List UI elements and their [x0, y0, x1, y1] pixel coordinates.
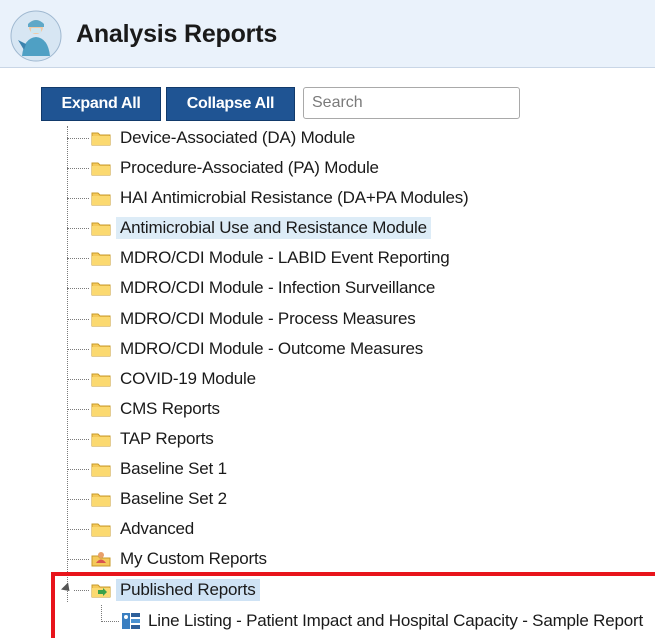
folder-icon: [91, 162, 111, 176]
tree-node-label: COVID-19 Module: [120, 369, 256, 388]
tree-node-label: MDRO/CDI Module - Outcome Measures: [120, 339, 424, 358]
folder-icon: [91, 252, 111, 266]
tree-node-label: Device-Associated (DA) Module: [120, 128, 356, 147]
folder-icon: [91, 192, 111, 206]
folder-icon: [91, 313, 111, 327]
tree-node-label: MDRO/CDI Module - Infection Surveillance: [120, 278, 436, 297]
folder-icon: [91, 222, 111, 236]
tree-node-label: HAI Antimicrobial Resistance (DA+PA Modu…: [120, 188, 469, 207]
folder-icon: [91, 373, 111, 387]
folder-icon: [91, 403, 111, 417]
folder-icon: [91, 463, 111, 477]
tree-node-label: Baseline Set 2: [120, 489, 227, 508]
tree-node-label: TAP Reports: [120, 429, 214, 448]
tree-node-label: Antimicrobial Use and Resistance Module: [116, 217, 431, 239]
highlight-annotation-box: [51, 572, 655, 638]
folder-icon: [91, 282, 111, 296]
tree-node-label: Advanced: [120, 519, 195, 538]
tree-node-label: MDRO/CDI Module - Process Measures: [120, 309, 416, 328]
tree-node-label: MDRO/CDI Module - LABID Event Reporting: [120, 248, 450, 267]
report-tree: Device-Associated (DA) Module Procedure-…: [0, 0, 655, 638]
person-folder-icon: [91, 552, 111, 567]
tree-node-label: Procedure-Associated (PA) Module: [120, 158, 379, 177]
folder-icon: [91, 132, 111, 146]
folder-icon: [91, 343, 111, 357]
tree-node-label: My Custom Reports: [120, 549, 267, 568]
tree-node-label: Baseline Set 1: [120, 459, 227, 478]
tree-node-label: CMS Reports: [120, 399, 220, 418]
folder-icon: [91, 493, 111, 507]
folder-icon: [91, 523, 111, 537]
folder-icon: [91, 433, 111, 447]
